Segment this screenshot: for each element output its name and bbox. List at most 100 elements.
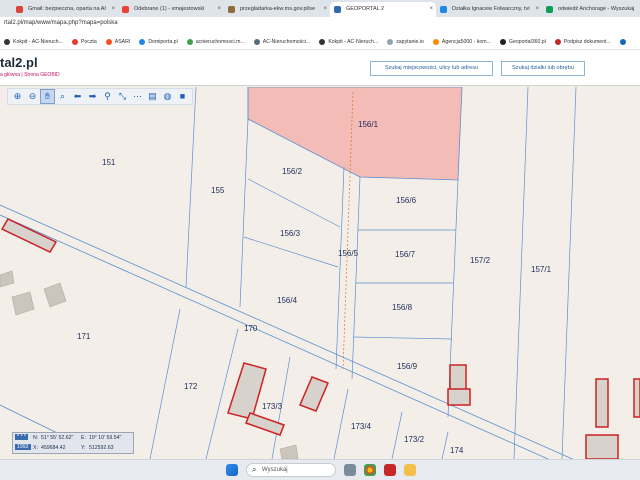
distance-icon[interactable]: ⤡	[115, 89, 130, 104]
building	[447, 388, 471, 406]
file-explorer-icon[interactable]	[404, 464, 416, 476]
bookmark-zapytanie[interactable]: zapytanie.io	[387, 38, 424, 45]
parcel-label-157-1: 157/1	[531, 265, 552, 274]
e-value: 19° 10' 59.54"	[89, 435, 122, 441]
bookmark-icon	[186, 38, 193, 45]
area-icon[interactable]: ⋯	[130, 89, 145, 104]
close-icon[interactable]: ×	[323, 2, 327, 17]
breadcrumb[interactable]: a główna | Strona GEOBID	[0, 72, 60, 78]
tab-label: GEOPORTAL 2	[346, 6, 385, 12]
close-icon[interactable]: ×	[111, 2, 115, 17]
globe-icon[interactable]: ◍	[160, 89, 175, 104]
zoom-out-icon[interactable]: ⊖	[25, 89, 40, 104]
site-logo[interactable]: tal2.pl	[0, 55, 38, 70]
n-label: N:	[33, 435, 39, 441]
bookmark-label: Podpisz dokument...	[563, 38, 611, 45]
close-icon[interactable]: ×	[429, 2, 433, 17]
bookmark-label: Agencja5000 - kom...	[441, 38, 491, 45]
map-viewport[interactable]: 156/1 151 155 156/2 156/6 156/3 156/5 15…	[0, 87, 640, 459]
tab-anchorage[interactable]: odwiedź Anchorage - Wyszukaj ×	[542, 2, 640, 17]
measure-icon[interactable]: ⚲	[100, 89, 115, 104]
bookmark-extra[interactable]	[619, 38, 629, 45]
forward-arrow-icon[interactable]: ➡︎	[85, 89, 100, 104]
bookmark-icon	[319, 38, 326, 45]
parcel-label-156-5: 156/5	[338, 249, 359, 258]
tab-gmail[interactable]: Gmail: bezpieczna, oparta na AI ×	[12, 2, 118, 17]
bookmark-podpisz[interactable]: Podpisz dokument...	[554, 38, 611, 45]
parcel-label-171: 171	[77, 332, 91, 341]
building	[449, 364, 467, 392]
parcel-156-1-selected[interactable]	[247, 87, 463, 181]
bookmark-kokpit-2[interactable]: Kokpit - AC-Nieruch...	[319, 38, 378, 45]
search-parcel-button[interactable]: Szukaj działki lub obrębu	[501, 61, 585, 76]
geoportal-icon	[334, 6, 341, 13]
pan-hand-icon[interactable]: ✋︎	[40, 89, 55, 104]
parcel-label-156-8: 156/8	[392, 303, 413, 312]
tab-ekw[interactable]: przegladarka-ekw.ms.gov.pl/se ×	[224, 2, 330, 17]
tab-geoportal[interactable]: GEOPORTAL 2 ×	[330, 2, 436, 17]
buildings	[0, 218, 640, 459]
video-icon[interactable]: ■	[175, 89, 190, 104]
parcel-label-174: 174	[450, 446, 464, 455]
bookmark-icon	[71, 38, 78, 45]
tab-dzialka[interactable]: Działka Ignacew Folwarczny, tvi ×	[436, 2, 542, 17]
taskbar: ⌕ Wyszukaj	[0, 459, 640, 480]
scale-marker[interactable]: * * *	[15, 434, 28, 440]
chrome-icon[interactable]	[364, 464, 376, 476]
bookmark-kokpit[interactable]: Kokpit - AC-Nieruch...	[4, 38, 63, 45]
parcel-label-170: 170	[244, 324, 258, 333]
task-view-icon[interactable]	[344, 464, 356, 476]
bookmark-icon	[4, 38, 10, 45]
tab-partial[interactable]	[0, 2, 12, 17]
windows-start-icon[interactable]	[226, 464, 238, 476]
parcel-label-172: 172	[184, 382, 198, 391]
parcel-label-156-4: 156/4	[277, 296, 298, 305]
parcel-label-151: 151	[102, 158, 116, 167]
app-icon[interactable]	[384, 464, 396, 476]
road-170	[0, 204, 574, 459]
building	[0, 270, 15, 288]
address-bar[interactable]: rtal2.pl/map/www/mapa.php?mapa=polska	[0, 17, 640, 34]
tab-odebrane[interactable]: Odebrane (1) - xmajestowski ×	[118, 2, 224, 17]
bookmarks-bar: Kokpit - AC-Nieruch... Poczta ASARI Domi…	[0, 34, 640, 50]
bookmark-asari[interactable]: ASARI	[105, 38, 130, 45]
parcel-label-173-2: 173/2	[404, 435, 425, 444]
bookmark-acnieruchomosci[interactable]: acnieruchomosci.m...	[186, 38, 245, 45]
bookmark-geoportal360[interactable]: Geoportal360.pl	[499, 38, 546, 45]
building	[279, 444, 299, 459]
back-arrow-icon[interactable]: ⬅︎	[70, 89, 85, 104]
search-engine-icon	[546, 6, 553, 13]
bookmark-icon	[387, 38, 394, 45]
close-icon[interactable]: ×	[535, 2, 539, 17]
bookmark-agencja5000[interactable]: Agencja5000 - kom...	[432, 38, 491, 45]
close-icon[interactable]: ×	[217, 2, 221, 17]
parcel-label-157-2: 157/2	[470, 256, 491, 265]
parcel-label-156-1: 156/1	[358, 120, 379, 129]
building	[633, 378, 640, 418]
bing-icon	[440, 6, 447, 13]
bookmark-poczta[interactable]: Poczta	[71, 38, 97, 45]
bookmark-ac-nieruchomosci[interactable]: AC-Nieruchomości...	[253, 38, 311, 45]
search-placeholder: Wyszukaj	[262, 467, 288, 473]
map-toolbar: ⊕ ⊖ ✋︎ ⌕ ⬅︎ ➡︎ ⚲ ⤡ ⋯ ▤ ◍ ■	[7, 88, 193, 105]
site-header: tal2.pl a główna | Strona GEOBID Szukaj …	[0, 50, 640, 86]
building	[0, 218, 58, 253]
taskbar-search-input[interactable]: ⌕ Wyszukaj	[246, 463, 336, 477]
url-text[interactable]: rtal2.pl/map/www/mapa.php?mapa=polska	[4, 20, 118, 26]
parcel-label-173-3: 173/3	[262, 402, 283, 411]
cadastral-map[interactable]: 156/1 151 155 156/2 156/6 156/3 156/5 15…	[0, 87, 640, 459]
search-location-button[interactable]: Szukaj miejscowości, ulicy lub adresu	[370, 61, 493, 76]
x-label: X:	[33, 445, 38, 451]
print-icon[interactable]: ▤	[145, 89, 160, 104]
bookmark-label: zapytanie.io	[396, 38, 424, 45]
tab-label: Odebrane (1) - xmajestowski	[134, 6, 205, 12]
bookmark-label: acnieruchomosci.m...	[195, 38, 245, 45]
y-value: 512592.63	[89, 445, 114, 451]
bookmark-icon	[619, 38, 626, 45]
bookmark-label: AC-Nieruchomości...	[262, 38, 311, 45]
bookmark-domiporta[interactable]: Domiporta.pl	[139, 38, 178, 45]
coordinate-system[interactable]: 1992	[15, 444, 31, 450]
mail-icon	[122, 6, 129, 13]
zoom-in-icon[interactable]: ⊕	[10, 89, 25, 104]
zoom-window-icon[interactable]: ⌕	[55, 89, 70, 104]
